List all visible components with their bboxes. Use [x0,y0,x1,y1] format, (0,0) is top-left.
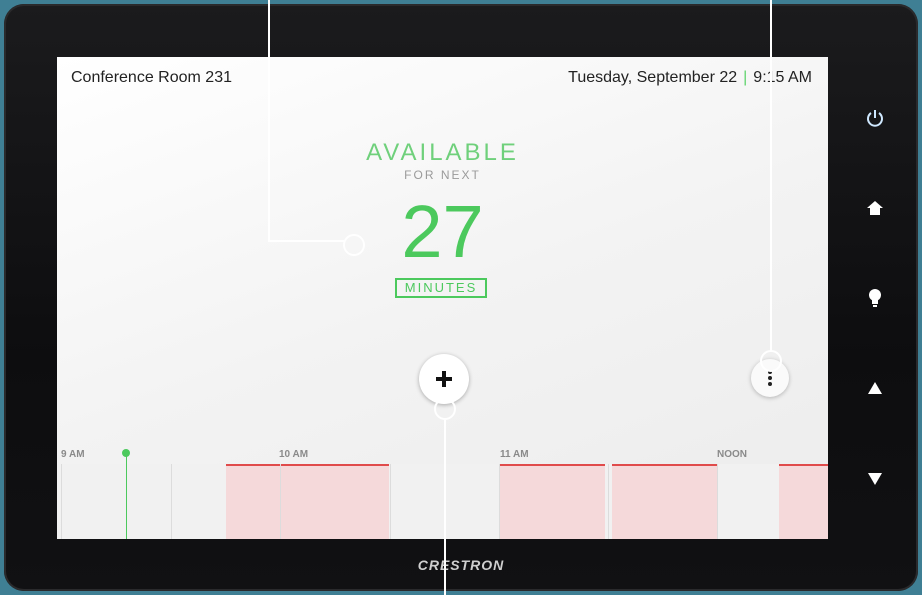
plus-icon [436,371,452,387]
current-time-line [126,453,127,539]
room-name: Conference Room 231 [71,69,232,86]
add-reservation-button[interactable] [419,354,469,404]
half-hour-gridline [171,464,172,539]
brand-logo: CRESTRON [417,557,505,573]
up-button[interactable] [860,373,890,403]
up-arrow-icon [868,382,882,394]
touch-screen: Conference Room 231 Tuesday, September 2… [57,57,828,539]
callout-ring-left [343,234,365,256]
hour-gridline [280,464,281,539]
minutes-label: MINUTES [395,278,487,298]
hour-gridline [499,464,500,539]
callout-line-left [268,240,344,242]
timeline-label-10am: 10 AM [279,449,309,460]
timeline-label-noon: NOON [717,449,747,460]
down-button[interactable] [860,464,890,494]
availability-status: AVAILABLE [366,139,519,166]
booked-slot[interactable] [226,464,389,539]
available-minutes: 27 [401,190,484,273]
booked-slot[interactable] [779,464,828,539]
current-date: Tuesday, September 22 [568,69,738,86]
light-bulb-icon [869,289,881,307]
half-hour-gridline [390,464,391,539]
timeline-label-9am: 9 AM [61,449,85,460]
current-time-marker [122,449,130,457]
home-button[interactable] [860,193,890,223]
for-next-label: FOR NEXT [404,168,481,182]
schedule-timeline[interactable]: 9 AM 10 AM 11 AM NOON [57,437,828,539]
half-hour-gridline [608,464,609,539]
date-time-divider: | [743,69,748,86]
down-arrow-icon [868,473,882,485]
power-icon [867,110,883,127]
lights-button[interactable] [860,283,890,313]
date-time: Tuesday, September 22 | 9:15 AM [568,69,812,87]
callout-ring-bottom [434,398,456,420]
hour-gridline [717,464,718,539]
hour-gridline [61,464,62,539]
callout-line-right [770,0,772,351]
timeline-label-11am: 11 AM [500,449,529,460]
booked-slot[interactable] [612,464,717,539]
callout-line-left [268,0,270,242]
booked-slot[interactable] [499,464,605,539]
callout-line-bottom [444,420,446,595]
home-icon [867,201,883,215]
current-time: 9:15 AM [753,69,812,86]
callout-ring-right [760,350,782,372]
power-button[interactable] [860,103,890,133]
